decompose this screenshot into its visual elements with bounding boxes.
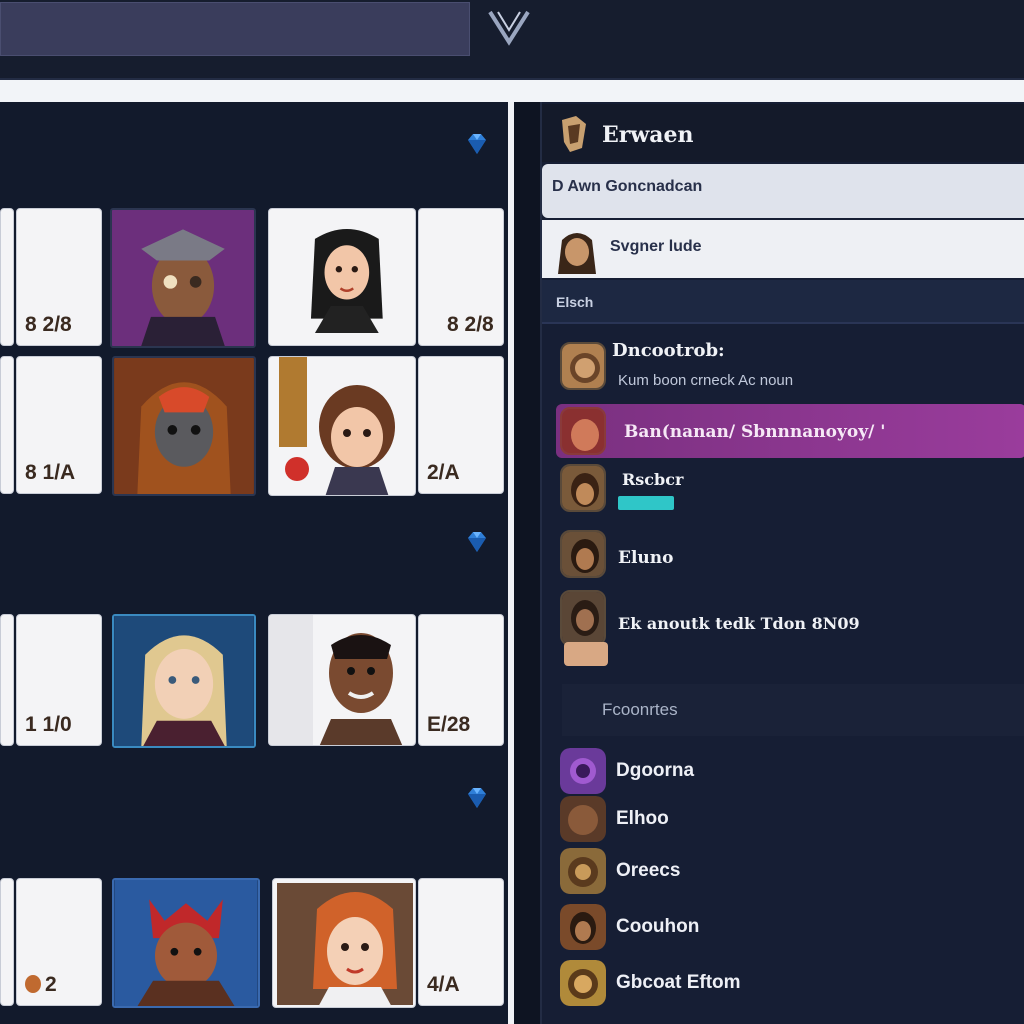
status-row[interactable]: D Awn Goncnadcan [542,164,1024,218]
card[interactable]: 1 1/0 [16,614,102,746]
list-item-active[interactable]: Ban(nanan/ Sbnnnanoyoy/ ' [556,404,1024,458]
item-name: Eluno [618,548,674,568]
card[interactable]: 8 1/A [16,356,102,494]
avatar [560,904,606,950]
item-name: Ek anoutk tedk Tdon 8N09 [618,614,860,633]
card-cost: 8 2/8 [447,313,494,336]
card[interactable] [272,878,416,1008]
gem-icon [465,132,489,156]
profile-name: Svgner lude [610,238,702,255]
item-name: Oreecs [616,860,681,881]
item-name: Gbcoat Eftom [616,972,741,993]
hero-portrait[interactable] [110,208,256,348]
avatar [560,407,606,455]
chevron-down-icon[interactable] [484,4,534,48]
card-cost: 2/A [427,461,460,484]
card[interactable]: 4/A [418,878,504,1006]
item-subtitle: Kum boon crneck Ac noun [618,372,794,389]
card[interactable]: 8 2/8 [418,208,504,346]
card[interactable] [268,614,416,746]
list-item[interactable]: Eluno [556,526,1024,586]
top-bar [0,0,1024,80]
item-name: Rscbcr [622,470,684,489]
card[interactable]: E/28 [418,614,504,746]
list-item[interactable]: Gbcoat Eftom [558,960,1018,1008]
search-input[interactable] [0,2,470,56]
card[interactable] [268,208,416,346]
hero-portrait[interactable] [112,614,256,748]
status-badge [618,496,674,510]
logo-icon [556,114,592,154]
item-name: Elhoo [616,808,669,829]
list-item[interactable]: Rscbcr [556,462,1024,524]
item-name: Dgoorna [616,760,695,781]
panel-header: Erwaen [542,104,1024,162]
panel-title: Erwaen [602,122,694,148]
item-name: Coouhon [616,916,700,937]
card[interactable]: 2 [16,878,102,1006]
card-cost: 1 1/0 [25,713,72,736]
avatar-frame [564,642,608,666]
avatar [560,590,606,646]
list-item[interactable]: Dncootrob: Kum boon crneck Ac noun [556,332,1024,398]
avatar [560,848,606,894]
profile-row[interactable]: Svgner lude [542,220,1024,278]
hero-portrait[interactable] [112,356,256,496]
card[interactable] [0,208,14,346]
hero-portrait[interactable] [112,878,260,1008]
list-item[interactable]: Oreecs [558,848,1018,896]
card[interactable] [0,356,14,494]
cost-badge-icon [25,975,41,993]
card-cost: 8 2/8 [25,313,72,336]
avatar [552,226,602,274]
item-name: Dncootrob: [612,340,725,361]
avatar [560,342,606,390]
card-collection-panel: 8 2/8 8 2/8 8 1/A 2/A 1 1/0 E/28 2 4/A [0,102,514,1024]
list-item[interactable]: Ek anoutk tedk Tdon 8N09 [556,590,1024,668]
card[interactable] [0,614,14,746]
card-cost: E/28 [427,713,471,736]
friends-panel: Erwaen D Awn Goncnadcan Svgner lude Elsc… [540,102,1024,1024]
item-name: Ban(nanan/ Sbnnnanoyoy/ ' [624,422,886,442]
avatar [560,748,606,794]
list-item[interactable]: Elhoo [558,796,1018,844]
card[interactable] [0,878,14,1006]
avatar [560,796,606,842]
list-item[interactable]: Dgoorna [558,748,1018,796]
card-cost: 4/A [427,973,460,996]
gem-icon [465,530,489,554]
list-item[interactable]: Coouhon [558,904,1018,952]
section-header: Fcoonrtes [562,684,1024,736]
avatar [560,464,606,512]
section-header: Elsch [542,280,1024,324]
card-cost: 2 [45,973,57,996]
card[interactable] [268,356,416,496]
avatar [560,960,606,1006]
avatar [560,530,606,578]
gem-icon [465,786,489,810]
header-separator [0,80,1024,102]
card[interactable]: 8 2/8 [16,208,102,346]
card[interactable]: 2/A [418,356,504,494]
card-cost: 8 1/A [25,461,76,484]
